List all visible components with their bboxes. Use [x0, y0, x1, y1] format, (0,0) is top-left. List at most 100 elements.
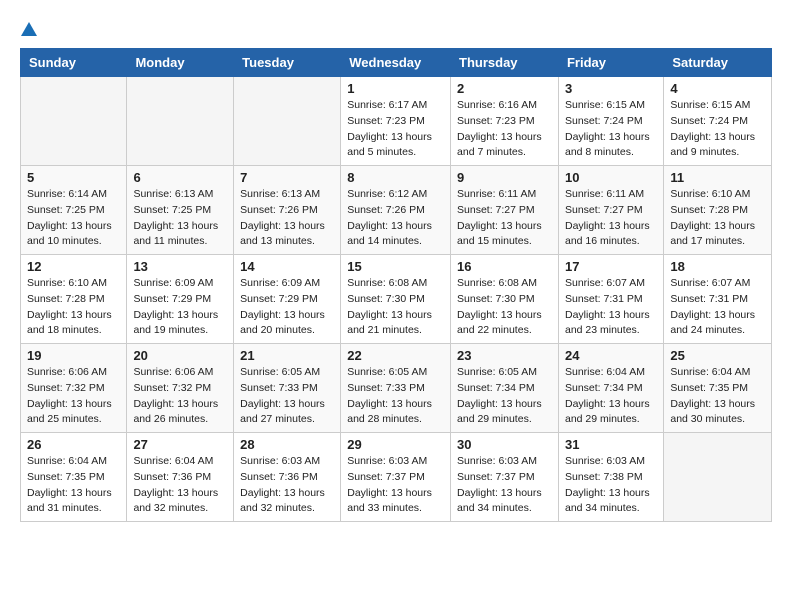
day-info: Sunrise: 6:15 AMSunset: 7:24 PMDaylight:… — [670, 98, 765, 161]
calendar-cell: 13 Sunrise: 6:09 AMSunset: 7:29 PMDayligh… — [127, 255, 234, 344]
day-info: Sunrise: 6:03 AMSunset: 7:37 PMDaylight:… — [347, 454, 444, 517]
day-number: 8 — [347, 170, 444, 185]
calendar-cell: 20 Sunrise: 6:06 AMSunset: 7:32 PMDayligh… — [127, 344, 234, 433]
day-number: 13 — [133, 259, 227, 274]
day-number: 11 — [670, 170, 765, 185]
day-number: 2 — [457, 81, 552, 96]
calendar-cell — [234, 77, 341, 166]
day-info: Sunrise: 6:05 AMSunset: 7:33 PMDaylight:… — [347, 365, 444, 428]
calendar-cell: 4Sunrise: 6:15 AMSunset: 7:24 PMDaylight… — [664, 77, 772, 166]
logo-icon — [21, 20, 39, 38]
weekday-header-wednesday: Wednesday — [341, 49, 451, 77]
day-number: 24 — [565, 348, 657, 363]
calendar-cell: 7 Sunrise: 6:13 AMSunset: 7:26 PMDaylight… — [234, 166, 341, 255]
day-info: Sunrise: 6:17 AMSunset: 7:23 PMDaylight:… — [347, 98, 444, 161]
day-info: Sunrise: 6:09 AMSunset: 7:29 PMDaylight:… — [133, 276, 227, 339]
calendar-cell: 23 Sunrise: 6:05 AMSunset: 7:34 PMDayligh… — [451, 344, 559, 433]
day-info: Sunrise: 6:16 AMSunset: 7:23 PMDaylight:… — [457, 98, 552, 161]
calendar-week-row: 19 Sunrise: 6:06 AMSunset: 7:32 PMDayligh… — [21, 344, 772, 433]
calendar-cell: 31 Sunrise: 6:03 AMSunset: 7:38 PMDayligh… — [558, 433, 663, 522]
day-info: Sunrise: 6:15 AMSunset: 7:24 PMDaylight:… — [565, 98, 657, 161]
day-info: Sunrise: 6:04 AMSunset: 7:34 PMDaylight:… — [565, 365, 657, 428]
day-number: 30 — [457, 437, 552, 452]
day-info: Sunrise: 6:06 AMSunset: 7:32 PMDaylight:… — [133, 365, 227, 428]
calendar-cell: 1 Sunrise: 6:17 AMSunset: 7:23 PMDaylight… — [341, 77, 451, 166]
calendar-cell: 30 Sunrise: 6:03 AMSunset: 7:37 PMDayligh… — [451, 433, 559, 522]
calendar-cell — [127, 77, 234, 166]
calendar-cell: 19 Sunrise: 6:06 AMSunset: 7:32 PMDayligh… — [21, 344, 127, 433]
day-info: Sunrise: 6:13 AMSunset: 7:25 PMDaylight:… — [133, 187, 227, 250]
day-info: Sunrise: 6:11 AMSunset: 7:27 PMDaylight:… — [565, 187, 657, 250]
calendar-week-row: 12 Sunrise: 6:10 AMSunset: 7:28 PMDayligh… — [21, 255, 772, 344]
day-info: Sunrise: 6:03 AMSunset: 7:37 PMDaylight:… — [457, 454, 552, 517]
calendar-week-row: 5 Sunrise: 6:14 AMSunset: 7:25 PMDaylight… — [21, 166, 772, 255]
logo — [20, 20, 40, 38]
calendar-cell: 2 Sunrise: 6:16 AMSunset: 7:23 PMDaylight… — [451, 77, 559, 166]
calendar-cell: 22 Sunrise: 6:05 AMSunset: 7:33 PMDayligh… — [341, 344, 451, 433]
day-info: Sunrise: 6:09 AMSunset: 7:29 PMDaylight:… — [240, 276, 334, 339]
calendar-cell: 9Sunrise: 6:11 AMSunset: 7:27 PMDaylight… — [451, 166, 559, 255]
day-number: 19 — [27, 348, 120, 363]
weekday-header-friday: Friday — [558, 49, 663, 77]
calendar-cell: 29 Sunrise: 6:03 AMSunset: 7:37 PMDayligh… — [341, 433, 451, 522]
day-number: 14 — [240, 259, 334, 274]
day-info: Sunrise: 6:10 AMSunset: 7:28 PMDaylight:… — [27, 276, 120, 339]
calendar-cell: 6 Sunrise: 6:13 AMSunset: 7:25 PMDaylight… — [127, 166, 234, 255]
day-number: 16 — [457, 259, 552, 274]
day-info: Sunrise: 6:06 AMSunset: 7:32 PMDaylight:… — [27, 365, 120, 428]
day-number: 7 — [240, 170, 334, 185]
calendar-cell: 14 Sunrise: 6:09 AMSunset: 7:29 PMDayligh… — [234, 255, 341, 344]
calendar-cell: 5 Sunrise: 6:14 AMSunset: 7:25 PMDaylight… — [21, 166, 127, 255]
calendar-cell: 15 Sunrise: 6:08 AMSunset: 7:30 PMDayligh… — [341, 255, 451, 344]
page-header — [20, 20, 772, 38]
weekday-header-monday: Monday — [127, 49, 234, 77]
day-info: Sunrise: 6:04 AMSunset: 7:35 PMDaylight:… — [670, 365, 765, 428]
day-info: Sunrise: 6:10 AMSunset: 7:28 PMDaylight:… — [670, 187, 765, 250]
day-number: 12 — [27, 259, 120, 274]
day-number: 15 — [347, 259, 444, 274]
day-info: Sunrise: 6:04 AMSunset: 7:35 PMDaylight:… — [27, 454, 120, 517]
calendar-cell: 28Sunrise: 6:03 AMSunset: 7:36 PMDayligh… — [234, 433, 341, 522]
day-number: 31 — [565, 437, 657, 452]
day-info: Sunrise: 6:12 AMSunset: 7:26 PMDaylight:… — [347, 187, 444, 250]
day-number: 9 — [457, 170, 552, 185]
day-number: 10 — [565, 170, 657, 185]
day-info: Sunrise: 6:05 AMSunset: 7:34 PMDaylight:… — [457, 365, 552, 428]
weekday-header-thursday: Thursday — [451, 49, 559, 77]
day-number: 22 — [347, 348, 444, 363]
day-number: 21 — [240, 348, 334, 363]
calendar-cell: 8 Sunrise: 6:12 AMSunset: 7:26 PMDaylight… — [341, 166, 451, 255]
weekday-header-sunday: Sunday — [21, 49, 127, 77]
day-info: Sunrise: 6:14 AMSunset: 7:25 PMDaylight:… — [27, 187, 120, 250]
day-number: 1 — [347, 81, 444, 96]
day-number: 18 — [670, 259, 765, 274]
day-number: 17 — [565, 259, 657, 274]
day-number: 25 — [670, 348, 765, 363]
calendar-cell: 12 Sunrise: 6:10 AMSunset: 7:28 PMDayligh… — [21, 255, 127, 344]
day-info: Sunrise: 6:07 AMSunset: 7:31 PMDaylight:… — [565, 276, 657, 339]
day-info: Sunrise: 6:04 AMSunset: 7:36 PMDaylight:… — [133, 454, 227, 517]
calendar-cell: 27Sunrise: 6:04 AMSunset: 7:36 PMDayligh… — [127, 433, 234, 522]
calendar-cell — [664, 433, 772, 522]
day-number: 5 — [27, 170, 120, 185]
calendar-cell: 16Sunrise: 6:08 AMSunset: 7:30 PMDayligh… — [451, 255, 559, 344]
day-number: 29 — [347, 437, 444, 452]
day-info: Sunrise: 6:08 AMSunset: 7:30 PMDaylight:… — [347, 276, 444, 339]
calendar-cell: 26 Sunrise: 6:04 AMSunset: 7:35 PMDayligh… — [21, 433, 127, 522]
day-info: Sunrise: 6:03 AMSunset: 7:38 PMDaylight:… — [565, 454, 657, 517]
calendar-cell: 11 Sunrise: 6:10 AMSunset: 7:28 PMDayligh… — [664, 166, 772, 255]
day-number: 6 — [133, 170, 227, 185]
calendar-cell: 3 Sunrise: 6:15 AMSunset: 7:24 PMDaylight… — [558, 77, 663, 166]
day-number: 26 — [27, 437, 120, 452]
day-number: 23 — [457, 348, 552, 363]
calendar-week-row: 26 Sunrise: 6:04 AMSunset: 7:35 PMDayligh… — [21, 433, 772, 522]
day-number: 20 — [133, 348, 227, 363]
weekday-header-row: SundayMondayTuesdayWednesdayThursdayFrid… — [21, 49, 772, 77]
calendar-cell: 24 Sunrise: 6:04 AMSunset: 7:34 PMDayligh… — [558, 344, 663, 433]
day-number: 3 — [565, 81, 657, 96]
weekday-header-tuesday: Tuesday — [234, 49, 341, 77]
calendar-cell: 25 Sunrise: 6:04 AMSunset: 7:35 PMDayligh… — [664, 344, 772, 433]
day-info: Sunrise: 6:13 AMSunset: 7:26 PMDaylight:… — [240, 187, 334, 250]
day-info: Sunrise: 6:05 AMSunset: 7:33 PMDaylight:… — [240, 365, 334, 428]
weekday-header-saturday: Saturday — [664, 49, 772, 77]
